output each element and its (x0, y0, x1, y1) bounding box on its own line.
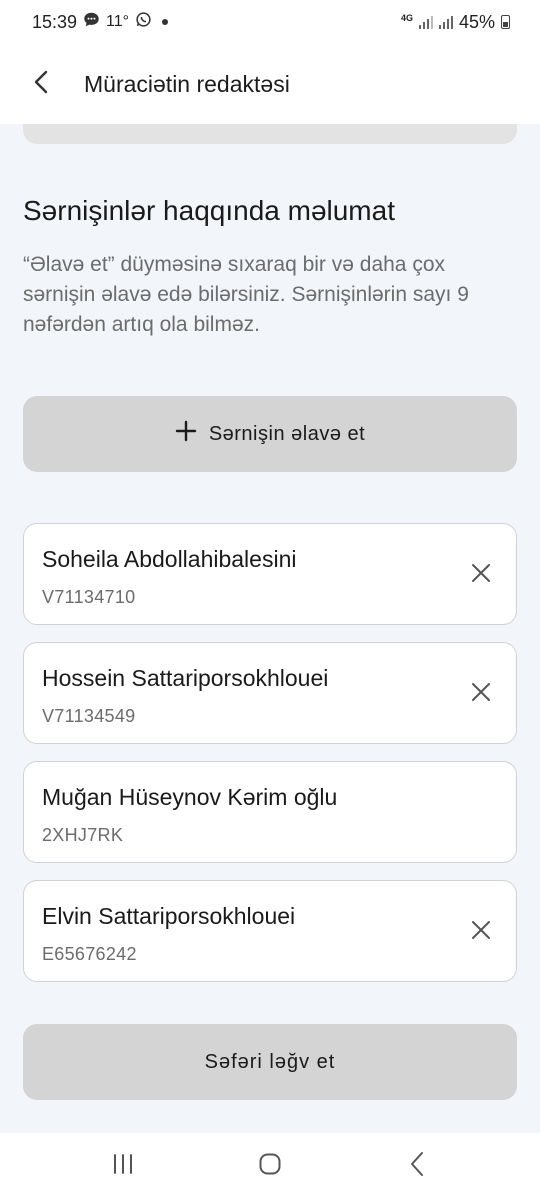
system-nav-bar (0, 1133, 540, 1200)
signal-icon (438, 15, 453, 29)
plus-icon (175, 420, 197, 448)
passenger-card[interactable]: Elvin Sattariporsokhlouei E65676242 (23, 880, 517, 982)
close-icon (471, 563, 491, 588)
back-icon (409, 1151, 425, 1182)
cancel-trip-label: Səfəri ləğv et (204, 1050, 336, 1073)
network-type: 4G (400, 12, 413, 23)
app-bar: Müraciətin redaktəsi (0, 44, 540, 124)
passenger-card[interactable]: Hossein Sattariporsokhlouei V71134549 (23, 642, 517, 744)
chat-bubble-icon (83, 11, 100, 33)
add-passenger-button[interactable]: Sərnişin əlavə et (23, 396, 517, 472)
home-button[interactable] (240, 1142, 300, 1192)
passenger-document: V71134710 (42, 587, 136, 607)
battery-icon (501, 15, 510, 29)
cancel-trip-button[interactable]: Səfəri ləğv et (23, 1024, 517, 1100)
status-time: 15:39 (32, 11, 78, 32)
signal-icon (418, 15, 433, 29)
status-left: 15:39 11° (32, 11, 169, 33)
recent-apps-icon (111, 1153, 135, 1180)
passenger-name: Elvin Sattariporsokhlouei (42, 903, 296, 929)
home-icon (258, 1152, 282, 1181)
back-button[interactable] (12, 54, 72, 114)
dot-icon (162, 19, 169, 25)
passenger-document: E65676242 (42, 944, 137, 964)
system-back-button[interactable] (387, 1142, 447, 1192)
whatsapp-icon (135, 11, 152, 33)
close-icon (471, 682, 491, 707)
passenger-name: Soheila Abdollahibalesini (42, 546, 297, 572)
passenger-document: V71134549 (42, 706, 136, 726)
recent-apps-button[interactable] (93, 1142, 153, 1192)
passenger-name: Muğan Hüseynov Kərim oğlu (42, 784, 338, 810)
remove-passenger-button[interactable] (466, 679, 496, 709)
remove-passenger-button[interactable] (466, 917, 496, 947)
close-icon (471, 920, 491, 945)
chevron-left-icon (31, 69, 53, 100)
passenger-name: Hossein Sattariporsokhlouei (42, 665, 329, 691)
remove-passenger-button[interactable] (466, 560, 496, 590)
passenger-card[interactable]: Muğan Hüseynov Kərim oğlu 2XHJ7RK (23, 761, 517, 863)
status-right: 4G 45% (401, 12, 510, 33)
passenger-document: 2XHJ7RK (42, 825, 124, 845)
passenger-card[interactable]: Soheila Abdollahibalesini V71134710 (23, 523, 517, 625)
section-description: “Əlavə et” düyməsinə sıxaraq bir və daha… (23, 253, 469, 336)
add-passenger-label: Sərnişin əlavə et (208, 422, 366, 445)
battery-percent: 45% (458, 11, 495, 32)
page-title: Müraciətin redaktəsi (84, 70, 290, 97)
status-bar: 15:39 11° 4G 45% (0, 0, 540, 44)
temperature: 11° (106, 13, 130, 30)
passenger-list: Soheila Abdollahibalesini V71134710 Hoss… (23, 523, 517, 999)
section-title: Sərnişinlər haqqında məlumat (23, 195, 395, 226)
